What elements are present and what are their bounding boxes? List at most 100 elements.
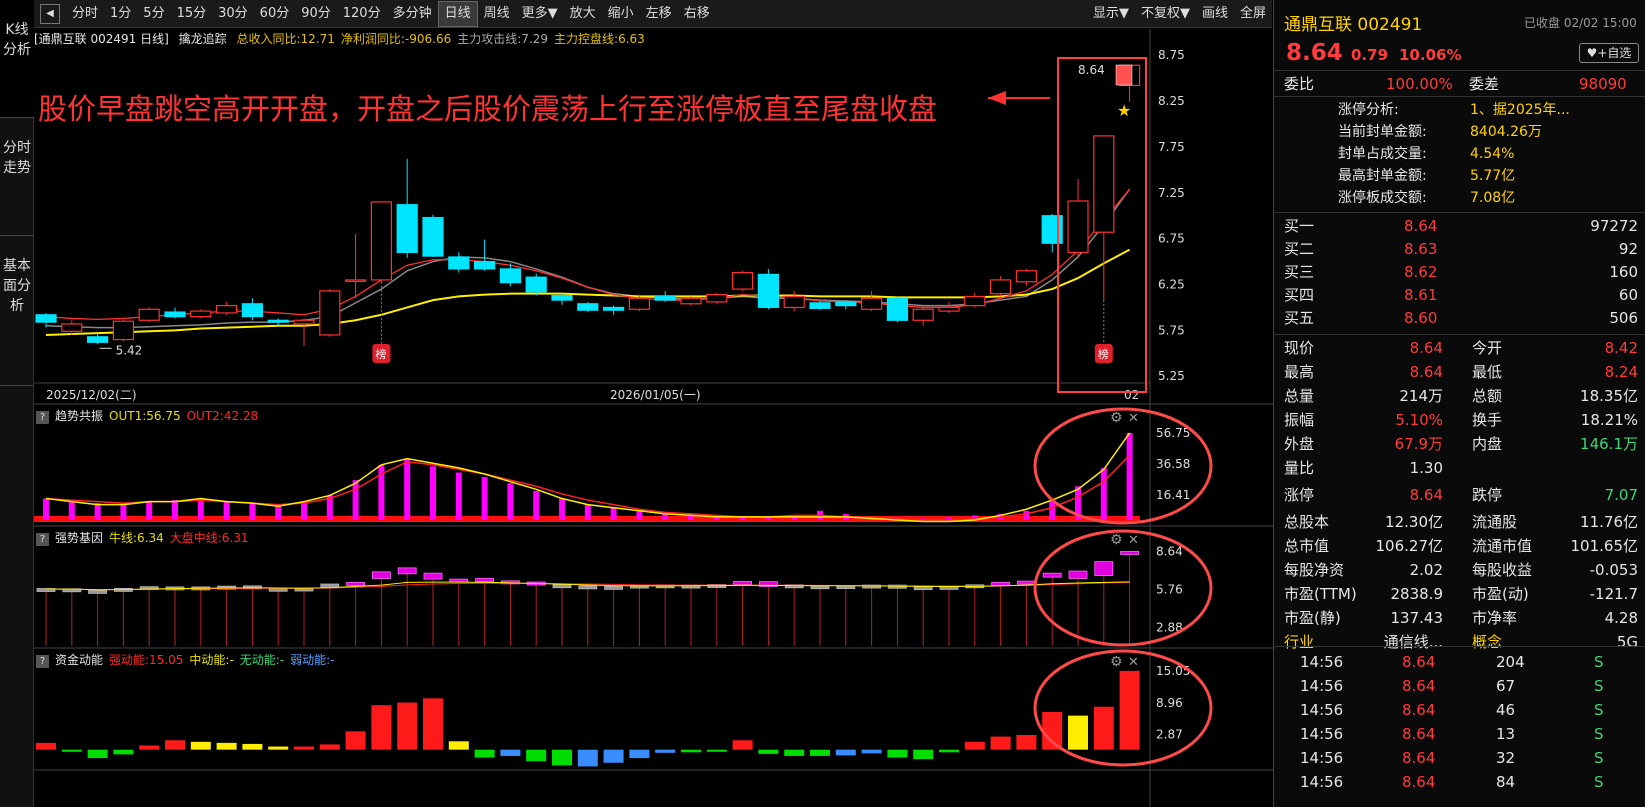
stat-value: 5.10% [1395,411,1443,429]
momentum-bar-23 [629,749,650,759]
limit-label: 封单占成交量: [1338,146,1427,162]
stat-label: 总额 [1472,387,1503,405]
stat-label: 最低 [1472,363,1503,381]
candle-body-28 [757,273,780,309]
quote-panel: 通鼎互联 002491 已收盘 02/02 15:00 8.64 0.79 10… [1273,0,1645,807]
trend-bar-4 [146,501,153,520]
tick-volume: 84 [1496,773,1516,791]
gene-block-34 [913,586,933,591]
candle-body-13 [370,201,392,281]
stat-row-10: 市盈(TTM) 2838.9 市盈(动) -121.7 [1274,582,1645,606]
stat-label: 市盈(动) [1472,585,1529,603]
trend-bar-5 [172,500,178,520]
candle-body-27 [731,271,754,290]
bid-label: 买二 [1284,240,1315,258]
divider [1274,70,1645,71]
tick-row-3: 14:56 8.64 13 S [1274,722,1645,746]
candle-body-17 [474,260,496,270]
stat-label: 每股净资 [1284,561,1345,579]
bid-row-1: 买二 8.63 92 [1274,237,1645,261]
panel2-value-0: OUT1:56.75 [109,409,181,423]
bid-volume: 97272 [1590,217,1638,235]
candle-body-34 [912,308,934,321]
stat-value: 106.27亿 [1375,537,1444,555]
stat-row-11: 市盈(静) 137.43 市净率 4.28 [1274,606,1645,630]
trend-bar-42 [1126,432,1133,520]
candle-body-29 [783,295,805,309]
momentum-bar-11 [319,744,340,750]
panel3-value-1: 大盘中线:6.31 [169,531,249,545]
tick-volume: 46 [1496,701,1516,719]
momentum-bar-20 [552,749,572,766]
stat-label: 外盘 [1284,435,1315,453]
tick-time: 14:56 [1300,701,1344,719]
rank-badge-text-1: 榜 [1098,347,1109,361]
tick-time: 14:56 [1300,725,1344,743]
limit-row-1: 当前封单金额: 8404.26万 [1274,120,1645,144]
tick-price: 8.64 [1402,701,1436,719]
stat-value: 101.65亿 [1570,537,1639,555]
candle-body-39 [1041,215,1063,244]
limit-label: 涨停板成交额: [1338,190,1427,206]
momentum-bar-27 [732,740,753,750]
gene-block-37 [991,582,1010,586]
divider [1274,334,1645,335]
price-tick-3: 7.25 [1158,186,1185,200]
trend-bar-38 [1023,510,1030,520]
momentum-bar-29 [784,749,805,756]
date-label-0: 2025/12/02(二) [46,388,137,402]
gene-block-27 [733,580,752,585]
momentum-bar-39 [1042,711,1063,750]
stat-label: 量比 [1284,459,1315,477]
stat-label: 涨停 [1284,486,1315,504]
candle-body-9 [267,319,289,323]
panel3-title: ? 强势基因 牛线:6.34 大盘中线:6.31 [34,528,255,548]
annotation-arrow-head [988,91,1006,105]
trend-bar-15 [430,466,436,520]
candle-body-24 [654,295,676,301]
bid-volume: 92 [1618,240,1638,258]
bid-price: 8.62 [1404,263,1438,281]
candle-body-14 [396,204,418,254]
tick-time: 14:56 [1300,773,1344,791]
tick-side: S [1594,773,1604,791]
stat-value: 137.43 [1390,609,1444,627]
momentum-bar-6 [190,741,211,750]
panel2-value-1: OUT2:42.28 [186,409,259,423]
bid-row-2: 买三 8.62 160 [1274,260,1645,284]
price-tick-5: 6.25 [1158,278,1185,292]
limit-row-0: 涨停分析: 1、据2025年... [1274,98,1645,122]
stat-label: 市盈(TTM) [1284,585,1357,603]
momentum-bar-14 [397,702,418,750]
limit-value: 1、据2025年... [1470,102,1570,118]
bid-label: 买四 [1284,286,1315,304]
candle-body-22 [602,306,625,311]
stock-name-code: 通鼎互联 002491 [1284,10,1422,35]
momentum-bar-0 [36,742,56,750]
tick-row-4: 14:56 8.64 32 S [1274,746,1645,770]
bid-price: 8.60 [1404,309,1438,327]
help-icon[interactable]: ? [36,533,49,546]
trend-bar-6 [197,498,204,520]
highlight-ellipse-1 [1033,529,1213,647]
weibi-row: 委比 100.00% 委差 98090 [1274,72,1645,96]
trend-bar-14 [404,458,411,520]
stat-row-8: 总市值 106.27亿 流通市值 101.65亿 [1274,534,1645,558]
bid-volume: 160 [1609,263,1638,281]
add-watchlist-button[interactable]: ♥+自选 [1579,43,1639,63]
help-icon[interactable]: ? [36,411,49,424]
bid-row-0: 买一 8.64 97272 [1274,214,1645,238]
panel2-title: ? 趋势共振 OUT1:56.75 OUT2:42.28 [34,406,264,426]
candle-body-11 [319,290,341,336]
panel4-title: ? 资金动能 强动能:15.05 中动能:- 无动能:- 弱动能:- [34,650,341,670]
momentum-bar-37 [990,736,1011,750]
candle-body-16 [448,256,470,270]
help-icon[interactable]: ? [36,655,49,668]
stat-value: 1.30 [1409,459,1443,477]
candle-body-10 [293,319,315,325]
stat-row-1: 最高 8.64 最低 8.24 [1274,360,1645,384]
trend-bar-8 [249,503,256,520]
tick-side: S [1594,725,1604,743]
candle-body-20 [551,294,573,301]
gene-block-14 [397,567,417,575]
